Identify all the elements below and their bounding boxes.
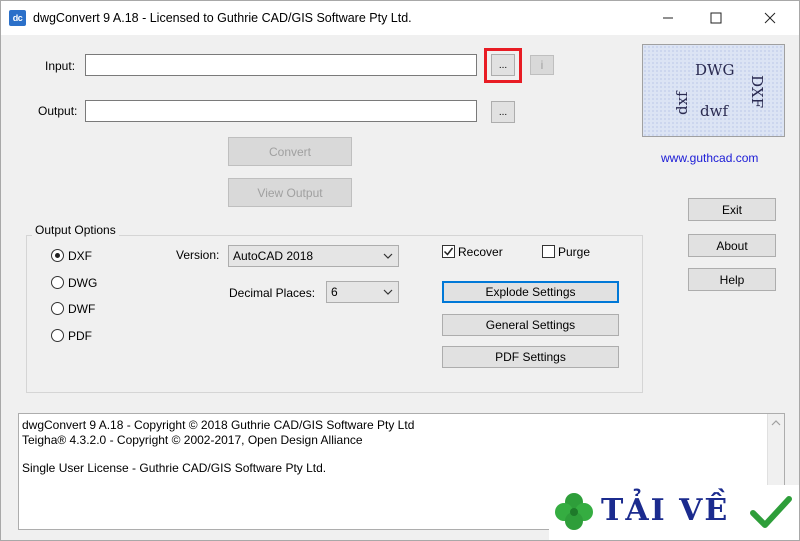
purge-label: Purge [558,245,591,259]
chevron-down-icon [383,289,393,295]
close-icon [764,12,776,24]
radio-dwg-label: DWG [68,276,98,290]
minimize-icon [663,17,673,19]
explode-settings-button[interactable]: Explode Settings [442,281,619,303]
watermark: TẢI VỀ [549,485,799,540]
radio-dwg[interactable] [51,276,64,289]
radio-pdf-label: PDF [68,329,92,343]
purge-checkbox[interactable] [542,245,555,258]
logo-word-dwf: dwf [700,102,728,120]
watermark-text: TẢI VỀ [601,493,730,528]
chevron-down-icon [383,253,393,259]
help-button[interactable]: Help [688,268,776,291]
website-link[interactable]: www.guthcad.com [661,151,758,165]
general-settings-button[interactable]: General Settings [442,314,619,336]
checkmark-icon [750,496,792,528]
info-line: Single User License - Guthrie CAD/GIS So… [22,461,327,475]
version-label: Version: [176,248,220,262]
checkmark-icon [443,247,454,256]
logo-word-dxf-upper: DXF [748,75,766,109]
window-title: dwgConvert 9 A.18 - Licensed to Guthrie … [33,11,412,25]
radio-dxf[interactable] [51,249,64,262]
output-path-field[interactable] [85,100,477,122]
scroll-up-icon [771,420,781,426]
app-icon: dc [9,10,26,26]
info-button[interactable]: i [530,55,554,75]
recover-checkbox[interactable] [442,245,455,258]
about-button[interactable]: About [688,234,776,257]
version-select-value: AutoCAD 2018 [233,249,314,263]
view-output-button[interactable]: View Output [228,178,352,207]
decimal-places-select[interactable]: 6 [326,281,399,303]
radio-dwf-label: DWF [68,302,96,316]
info-line: dwgConvert 9 A.18 - Copyright © 2018 Gut… [22,418,415,432]
product-logo: DWG DXF dxf dwf [642,44,785,137]
logo-word-dwg: DWG [695,61,735,79]
maximize-icon [710,12,722,24]
convert-button[interactable]: Convert [228,137,352,166]
browse-output-button[interactable]: ... [491,101,515,123]
clover-icon [555,493,593,530]
input-label: Input: [45,59,76,73]
version-select[interactable]: AutoCAD 2018 [228,245,399,267]
decimal-places-value: 6 [331,285,338,299]
decimal-places-label: Decimal Places: [229,286,316,300]
radio-dwf[interactable] [51,302,64,315]
output-label: Output: [38,104,78,118]
recover-label: Recover [458,245,503,259]
exit-button[interactable]: Exit [688,198,776,221]
maximize-button[interactable] [693,1,739,35]
app-window: dc dwgConvert 9 A.18 - Licensed to Guthr… [0,0,800,541]
logo-word-dxf-lower: dxf [673,91,691,115]
input-path-field[interactable] [85,54,477,76]
radio-pdf[interactable] [51,329,64,342]
close-button[interactable] [747,1,793,35]
pdf-settings-button[interactable]: PDF Settings [442,346,619,368]
title-bar[interactable]: dc dwgConvert 9 A.18 - Licensed to Guthr… [1,1,799,35]
output-options-title: Output Options [32,223,119,237]
highlight-frame [484,48,522,83]
info-line: Teigha® 4.3.2.0 - Copyright © 2002-2017,… [22,433,363,447]
radio-dxf-label: DXF [68,249,92,263]
minimize-button[interactable] [645,1,691,35]
